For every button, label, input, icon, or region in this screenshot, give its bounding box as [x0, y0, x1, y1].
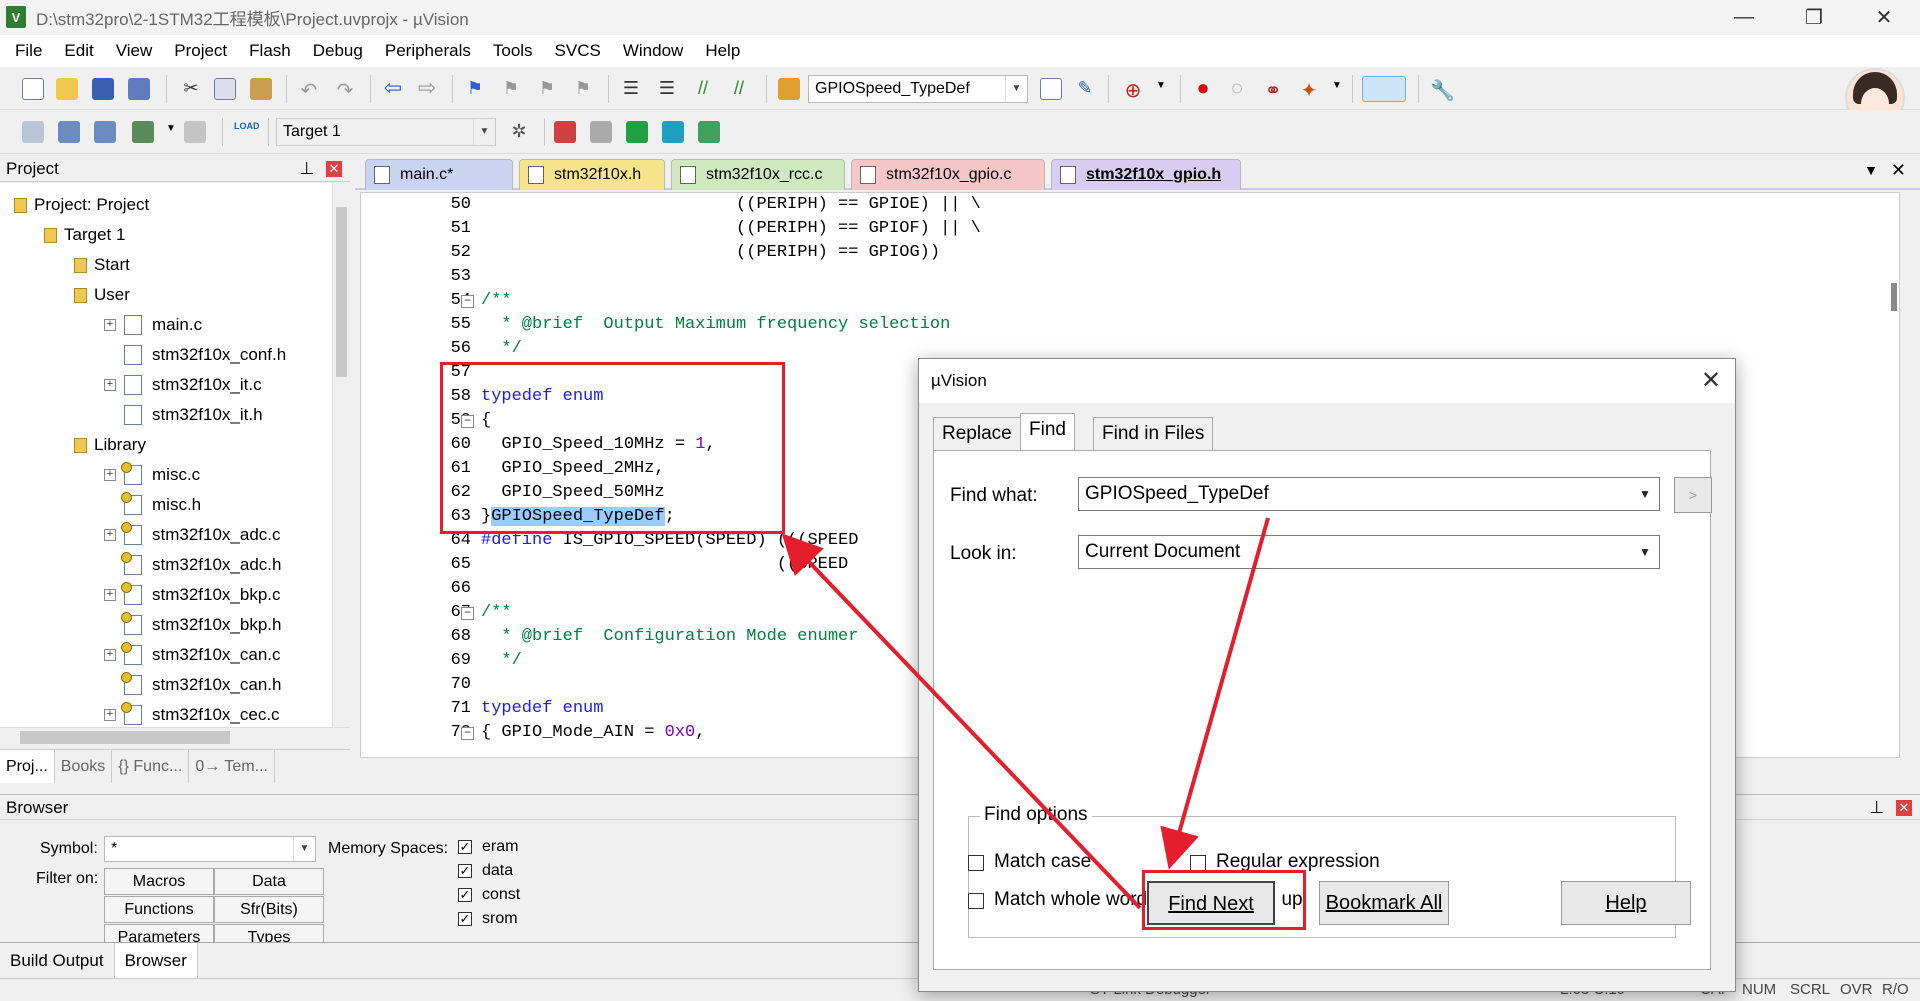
arrow-to-find-next	[1160, 517, 1270, 870]
annotation-arrows	[781, 517, 1270, 910]
arrow-to-code	[781, 533, 1142, 910]
